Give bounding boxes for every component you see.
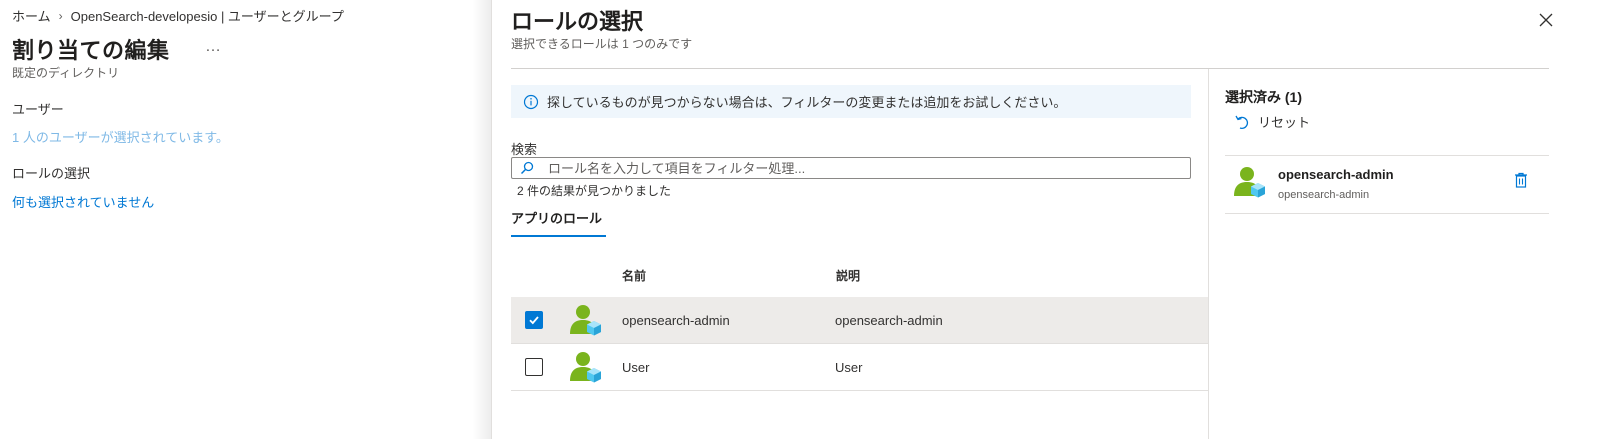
selected-title: 選択済み (1) [1225,89,1302,105]
remove-selected-button[interactable] [1514,172,1528,188]
breadcrumb-current[interactable]: OpenSearch-developesio | ユーザーとグループ [71,6,344,25]
selected-item-name: opensearch-admin [1278,167,1394,182]
breadcrumb-separator: › [58,8,63,23]
search-icon [520,161,534,175]
column-header-description[interactable]: 説明 [836,267,860,284]
user-role-icon [1233,165,1267,204]
search-field [511,157,1191,179]
trash-icon [1514,172,1528,188]
breadcrumb: ホーム › OpenSearch-developesio | ユーザーとグループ [12,6,344,25]
search-label: 検索 [511,142,538,157]
user-role-icon [569,350,603,389]
selected-divider-top [1225,155,1549,156]
selected-divider-bottom [1225,213,1549,214]
role-select-panel: ロールの選択 選択できるロールは 1 つのみです 探しているものが見つからない場… [491,0,1618,439]
reset-icon [1234,114,1250,130]
page-title: 割り当ての編集 [12,38,170,63]
row-name: opensearch-admin [622,313,730,328]
check-icon [528,314,540,326]
table-row[interactable]: opensearch-admin opensearch-admin [511,297,1208,344]
close-icon [1536,13,1556,34]
header-divider [511,68,1549,69]
user-role-icon [569,303,603,342]
info-text: 探しているものが見つからない場合は、フィルターの変更または追加をお試しください。 [547,95,1067,110]
close-button[interactable] [1536,10,1556,30]
table-row[interactable]: User User [511,344,1208,391]
row-description: opensearch-admin [835,313,943,328]
selected-item-sub: opensearch-admin [1278,189,1370,201]
row-name: User [622,360,650,375]
results-count: 2 件の結果が見つかりました [517,184,672,198]
column-header-name[interactable]: 名前 [622,267,646,284]
page-subtitle: 既定のディレクトリ [12,66,120,80]
role-selection-link[interactable]: 何も選択されていません [12,192,154,211]
panel-title: ロールの選択 [511,9,644,34]
more-options-button[interactable]: … [205,38,221,56]
tab-app-roles[interactable]: アプリのロール [511,208,606,237]
row-checkbox[interactable] [525,311,543,329]
panel-shadow [472,0,492,439]
info-icon [523,94,539,110]
users-selection-link: 1 人のユーザーが選択されています。 [12,130,229,145]
search-input[interactable] [546,159,1190,177]
breadcrumb-home[interactable]: ホーム [12,6,51,25]
reset-button[interactable]: リセット [1234,112,1310,131]
row-description: User [835,360,863,375]
info-banner: 探しているものが見つからない場合は、フィルターの変更または追加をお試しください。 [511,85,1191,118]
reset-label: リセット [1258,115,1311,130]
users-label: ユーザー [12,102,64,117]
panel-subtitle: 選択できるロールは 1 つのみです [511,37,693,51]
role-label: ロールの選択 [12,166,91,181]
column-divider [1208,69,1209,439]
row-checkbox[interactable] [525,358,543,376]
